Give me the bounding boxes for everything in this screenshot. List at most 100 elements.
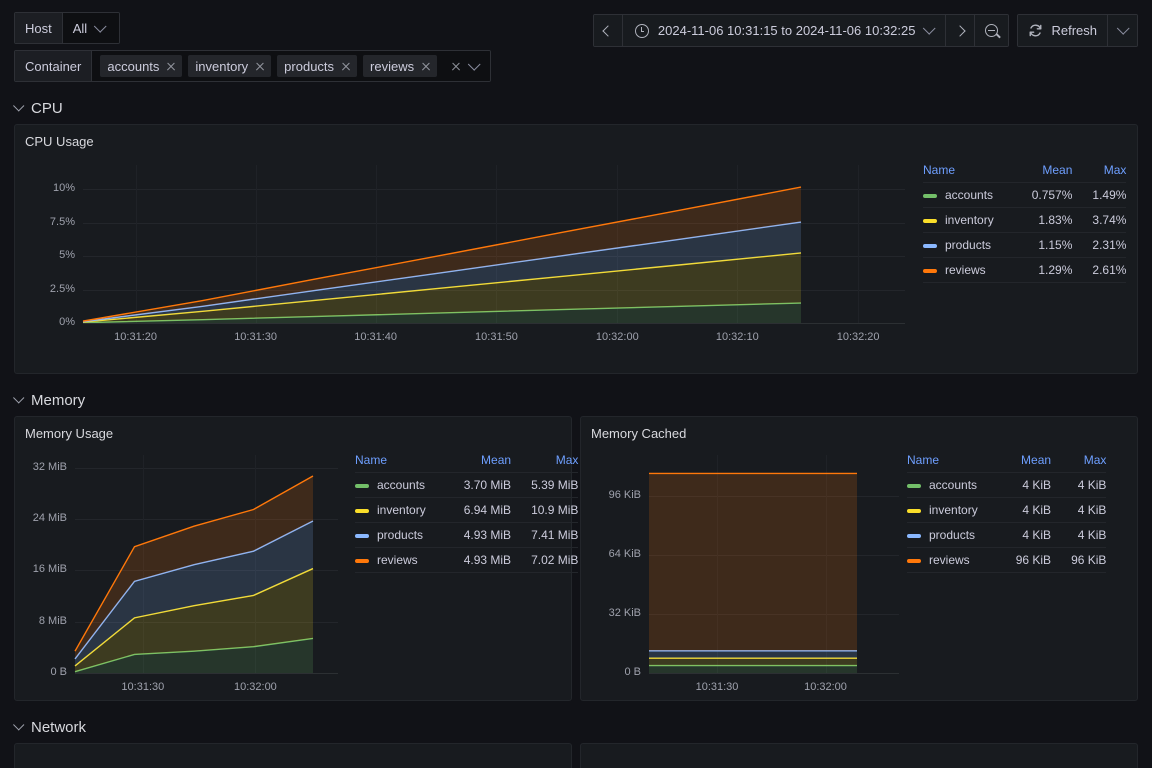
legend-mean-value: 1.29% <box>1011 257 1073 283</box>
legend-memory-cached: Name Mean Max accounts 4 KiB 4 KiB inventory 4 … <box>907 451 1107 573</box>
legend-mean-value: 4 KiB <box>995 472 1052 498</box>
legend-color-swatch-icon <box>923 218 937 223</box>
legend-row[interactable]: reviews 4.93 MiB 7.02 MiB <box>355 547 579 573</box>
legend-series-name[interactable]: inventory <box>355 497 444 523</box>
time-range-group: 2024-11-06 10:31:15 to 2024-11-06 10:32:… <box>592 14 1010 47</box>
legend-mean-value: 96 KiB <box>995 547 1052 573</box>
panel-title-cpu-usage: CPU Usage <box>25 134 94 149</box>
container-pill-label: inventory <box>195 58 249 74</box>
legend-row[interactable]: inventory 6.94 MiB 10.9 MiB <box>355 497 579 523</box>
legend-row[interactable]: reviews 1.29% 2.61% <box>923 257 1127 283</box>
container-pill-label: products <box>284 58 335 74</box>
close-icon[interactable] <box>255 62 264 71</box>
x-axis-line <box>83 323 905 324</box>
legend-header-name[interactable]: Name <box>355 451 444 473</box>
close-icon[interactable] <box>451 62 460 71</box>
chart-plot-area <box>74 475 314 673</box>
legend-header-name[interactable]: Name <box>923 161 1012 183</box>
container-variable-picker[interactable]: Container accounts inventory products re… <box>14 50 492 82</box>
chart-plot-area <box>649 472 857 673</box>
container-pill-products[interactable]: products <box>277 55 358 77</box>
legend-color-swatch-icon <box>355 508 369 513</box>
legend-row[interactable]: products 1.15% 2.31% <box>923 232 1127 258</box>
legend-mean-value: 1.15% <box>1011 232 1073 258</box>
refresh-interval-dropdown[interactable] <box>1108 15 1137 46</box>
container-clear-all[interactable] <box>443 57 482 71</box>
legend-series-name[interactable]: reviews <box>355 547 444 573</box>
container-pill-reviews[interactable]: reviews <box>363 55 438 77</box>
legend-row[interactable]: accounts 4 KiB 4 KiB <box>907 472 1107 498</box>
host-variable-label: Host <box>15 13 63 43</box>
legend-series-name[interactable]: accounts <box>355 472 444 498</box>
close-icon[interactable] <box>421 62 430 71</box>
legend-series-name[interactable]: accounts <box>923 182 1012 208</box>
legend-series-name[interactable]: products <box>923 232 1012 258</box>
legend-color-swatch-icon <box>923 243 937 248</box>
legend-color-swatch-icon <box>923 268 937 273</box>
legend-max-value: 4 KiB <box>1051 497 1107 523</box>
time-shift-forward-button[interactable] <box>946 15 976 46</box>
x-axis-line <box>75 673 338 674</box>
zoom-out-time-button[interactable] <box>975 15 1009 46</box>
legend-max-value: 1.49% <box>1072 182 1127 208</box>
legend-mean-value: 4 KiB <box>995 522 1052 548</box>
legend-row[interactable]: products 4 KiB 4 KiB <box>907 522 1107 548</box>
host-variable-value[interactable]: All <box>62 13 119 43</box>
legend-series-name[interactable]: inventory <box>907 497 996 523</box>
row-header-network[interactable]: Network <box>0 711 1152 743</box>
container-pill-inventory[interactable]: inventory <box>188 55 272 77</box>
legend-row[interactable]: reviews 96 KiB 96 KiB <box>907 547 1107 573</box>
series-area-reviews <box>649 473 857 651</box>
chevron-down-icon <box>923 22 937 35</box>
close-icon[interactable] <box>166 62 175 71</box>
legend-series-name[interactable]: products <box>355 522 444 548</box>
legend-header-max[interactable]: Max <box>1051 451 1107 473</box>
legend-max-value: 5.39 MiB <box>511 472 579 498</box>
legend-header-name[interactable]: Name <box>907 451 996 473</box>
legend-header-mean[interactable]: Mean <box>996 451 1051 473</box>
container-pill-accounts[interactable]: accounts <box>100 55 183 77</box>
legend-header-max[interactable]: Max <box>511 451 579 473</box>
legend-row[interactable]: accounts 3.70 MiB 5.39 MiB <box>355 472 579 498</box>
row-title-cpu: CPU <box>31 99 63 117</box>
container-pill-label: reviews <box>370 58 415 74</box>
legend-series-name[interactable]: accounts <box>907 472 996 498</box>
legend-row[interactable]: accounts 0.757% 1.49% <box>923 182 1127 208</box>
host-variable-picker[interactable]: Host All <box>14 12 120 44</box>
legend-row[interactable]: products 4.93 MiB 7.41 MiB <box>355 522 579 548</box>
container-selected-values[interactable]: accounts inventory products reviews <box>92 51 491 81</box>
legend-max-value: 4 KiB <box>1051 472 1107 498</box>
legend-mean-value: 4.93 MiB <box>443 522 512 548</box>
chart-memory-cached[interactable]: 96 KiB 64 KiB 32 KiB 0 B 10:31:30 10:32:00 <box>581 443 911 700</box>
legend-row[interactable]: inventory 1.83% 3.74% <box>923 207 1127 233</box>
legend-color-swatch-icon <box>907 533 921 538</box>
container-pill-label: accounts <box>107 58 160 74</box>
legend-series-name[interactable]: reviews <box>923 257 1012 283</box>
chevron-down-icon <box>13 100 25 112</box>
row-header-memory[interactable]: Memory <box>0 384 1152 416</box>
refresh-button[interactable]: Refresh <box>1018 15 1108 46</box>
legend-header-mean[interactable]: Mean <box>444 451 511 473</box>
legend-header-max[interactable]: Max <box>1072 161 1127 183</box>
legend-max-value: 4 KiB <box>1051 522 1107 548</box>
legend-series-name[interactable]: products <box>907 522 996 548</box>
legend-max-value: 3.74% <box>1072 207 1127 233</box>
chevron-down-icon[interactable] <box>467 57 481 71</box>
close-icon[interactable] <box>341 62 350 71</box>
legend-header-mean[interactable]: Mean <box>1012 161 1072 183</box>
zoom-out-icon <box>985 24 999 37</box>
panel-cpu-usage: CPU Usage 10% 7.5% 5% 2.5% 0% 10:31:20 10:31:3… <box>14 124 1138 374</box>
legend-color-swatch-icon <box>355 533 369 538</box>
legend-series-name[interactable]: reviews <box>907 547 996 573</box>
legend-mean-value: 1.83% <box>1011 207 1073 233</box>
time-shift-back-button[interactable] <box>593 15 623 46</box>
time-range-picker[interactable]: 2024-11-06 10:31:15 to 2024-11-06 10:32:… <box>622 15 947 46</box>
series-area-products <box>649 650 857 659</box>
legend-mean-value: 0.757% <box>1011 182 1073 208</box>
legend-row[interactable]: inventory 4 KiB 4 KiB <box>907 497 1107 523</box>
row-header-cpu[interactable]: CPU <box>0 92 1152 124</box>
legend-color-swatch-icon <box>923 193 937 198</box>
legend-color-swatch-icon <box>907 558 921 563</box>
legend-series-name[interactable]: inventory <box>923 207 1012 233</box>
chart-memory-usage[interactable]: 32 MiB 24 MiB 16 MiB 8 MiB 0 B 10:31:30 10:32:… <box>15 443 355 700</box>
